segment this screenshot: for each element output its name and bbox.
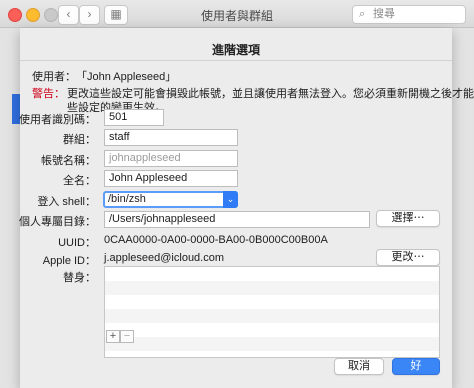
uid-field[interactable]: 501 <box>104 109 164 126</box>
login-shell-select[interactable]: /bin/zsh ⌄ <box>103 191 238 208</box>
uid-label: 使用者識別碼： <box>19 114 96 126</box>
add-alias-button[interactable]: + <box>106 330 120 343</box>
list-item <box>105 295 439 309</box>
full-name-field[interactable]: John Appleseed <box>104 170 238 187</box>
user-label: 使用者： <box>32 71 76 83</box>
warning-label: 警告： <box>32 88 65 100</box>
account-name-label: 帳號名稱： <box>41 155 96 167</box>
search-input[interactable]: ⌕ 搜尋 <box>352 5 466 24</box>
user-value: 「John Appleseed」 <box>76 71 177 83</box>
aliases-label: 替身： <box>63 272 96 284</box>
divider <box>20 60 452 61</box>
group-label: 群組： <box>63 134 96 146</box>
list-item <box>105 323 439 337</box>
chevron-down-icon: ⌄ <box>223 191 238 208</box>
full-name-label: 全名： <box>63 175 96 187</box>
aliases-list[interactable] <box>104 266 440 358</box>
background-panel <box>452 28 474 388</box>
choose-home-button[interactable]: 選擇⋯ <box>376 210 440 227</box>
account-name-field: johnappleseed <box>104 150 238 167</box>
advanced-options-sheet: 進階選項 使用者： 「John Appleseed」 警告： 更改這些設定可能會… <box>19 28 474 388</box>
search-icon: ⌕ <box>359 8 366 20</box>
apple-id-value: j.appleseed@icloud.com <box>104 252 225 264</box>
search-placeholder: 搜尋 <box>373 8 395 20</box>
remove-alias-button[interactable]: − <box>120 330 134 343</box>
login-shell-value: /bin/zsh <box>108 193 146 205</box>
list-item <box>105 309 439 323</box>
list-item <box>105 267 439 281</box>
list-item <box>105 337 439 351</box>
sheet-title: 進階選項 <box>211 43 260 57</box>
login-shell-label: 登入 shell： <box>37 196 96 208</box>
home-directory-field[interactable]: /Users/johnappleseed <box>104 211 370 228</box>
window-titlebar: ‹ › ▦ 使用者與群組 ⌕ 搜尋 <box>0 0 474 28</box>
change-apple-id-button[interactable]: 更改⋯ <box>376 249 440 266</box>
home-directory-label: 個人專屬目錄： <box>19 216 96 228</box>
group-field[interactable]: staff <box>104 129 238 146</box>
apple-id-label: Apple ID： <box>42 255 96 267</box>
ok-button[interactable]: 好 <box>392 358 440 375</box>
cancel-button[interactable]: 取消 <box>334 358 384 375</box>
uuid-value: 0CAA0000-0A00-0000-BA00-0B000C00B00A <box>104 234 328 246</box>
list-item <box>105 281 439 295</box>
uuid-label: UUID： <box>58 237 96 249</box>
